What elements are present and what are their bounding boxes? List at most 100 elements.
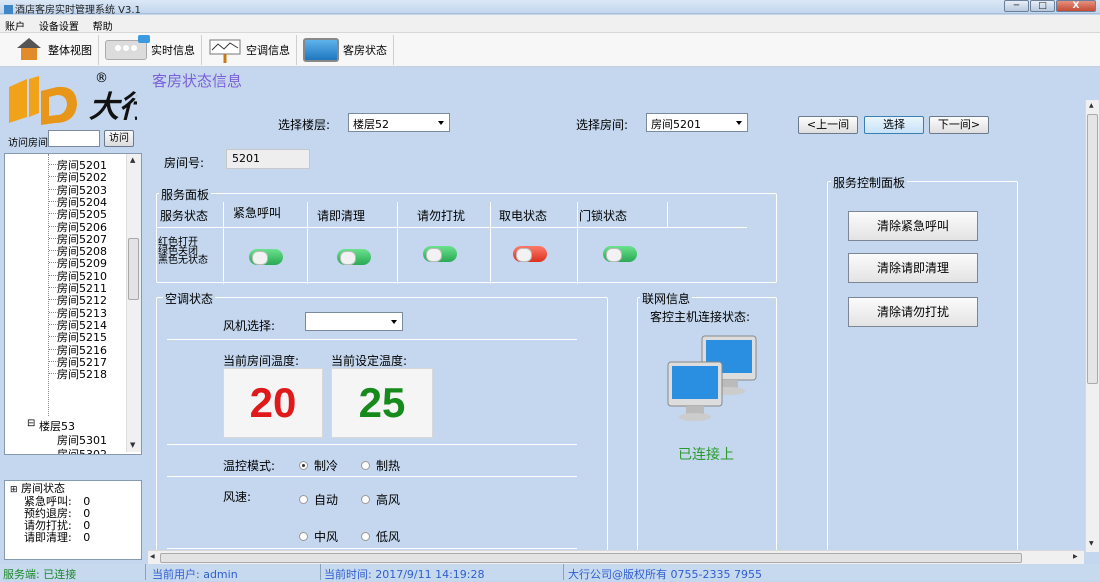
computers-icon <box>666 334 762 430</box>
scroll-down-icon[interactable]: ▼ <box>130 441 135 449</box>
status-bar: 服务端: 已连接 当前用户: admin 当前时间: 2017/9/11 14:… <box>0 564 1100 581</box>
main-scroll-thumb[interactable] <box>1087 114 1098 384</box>
clear-dnd-button[interactable]: 清除请勿打扰 <box>848 297 978 327</box>
header-power: 取电状态 <box>499 209 548 223</box>
monitor-icon <box>303 37 339 62</box>
col-divider <box>490 202 491 284</box>
speed-low-radio[interactable]: 低风 <box>361 528 400 545</box>
state-legend: 红色打开 绿色关闭 黑色无状态 <box>158 238 208 266</box>
select-room-button[interactable]: 选择 <box>864 116 924 134</box>
minimize-button[interactable]: ─ <box>1004 0 1029 12</box>
service-header-divider <box>157 227 747 228</box>
chevron-down-icon <box>391 320 397 324</box>
ac-panel-title: 空调状态 <box>163 290 216 307</box>
main-horizontal-scrollbar[interactable]: ◀ ▶ <box>148 550 1084 564</box>
floor-label: 选择楼层: <box>278 118 331 132</box>
menu-help[interactable]: 帮助 <box>88 15 118 33</box>
mode-cool-radio[interactable]: 制冷 <box>299 457 338 474</box>
menu-account[interactable]: 账户 <box>0 15 30 33</box>
col-divider <box>223 202 224 284</box>
speed-mid-radio[interactable]: 中风 <box>299 528 338 545</box>
toolbar-overview-label: 整体视图 <box>48 43 92 57</box>
control-panel-title: 服务控制面板 <box>831 174 908 191</box>
room-select[interactable]: 房间5201 <box>646 113 748 132</box>
network-panel: 联网信息 客控主机连接状态: 已连接上 <box>637 290 777 557</box>
divider <box>167 476 577 477</box>
tree-scrollbar[interactable]: ▲ ▼ <box>126 154 141 452</box>
tree-room-5302[interactable]: 房间5302 <box>57 446 107 454</box>
room-number-label: 房间号: <box>164 156 205 170</box>
tree-scroll-thumb[interactable] <box>128 238 139 300</box>
next-room-button[interactable]: 下一间> <box>929 116 989 134</box>
svg-text:大行: 大行 <box>89 90 137 125</box>
header-service-status: 服务状态 <box>160 209 209 223</box>
service-panel: 服务面板 服务状态 紧急呼叫 请即清理 请勿打扰 取电状态 门锁状态 红色打开 … <box>156 186 777 284</box>
tree-room-5218[interactable]: 房间5218 <box>57 366 107 382</box>
network-panel-title: 联网信息 <box>640 290 693 307</box>
divider <box>167 444 577 445</box>
horizontal-scroll-thumb[interactable] <box>160 553 1022 563</box>
toolbar-ac-label: 空调信息 <box>246 43 290 57</box>
divider <box>167 548 577 549</box>
scroll-down-icon[interactable]: ▼ <box>1089 540 1094 547</box>
ac-panel: 空调状态 风机选择: 当前房间温度: 当前设定温度: 20 25 温控模式: 制… <box>156 290 608 557</box>
visit-room-label: 访问房间 <box>8 138 48 149</box>
dnd-toggle <box>423 246 457 262</box>
window-title: 酒店客房实时管理系统 V3.1 <box>4 1 141 16</box>
header-cleanup: 请即清理 <box>317 209 366 223</box>
mode-heat-radio[interactable]: 制热 <box>361 457 400 474</box>
title-bar: 酒店客房实时管理系统 V3.1 ─ □ X <box>0 0 1100 16</box>
service-control-panel: 服务控制面板 清除紧急呼叫 清除请即清理 清除请勿打扰 <box>827 174 1018 561</box>
visit-button[interactable]: 访问 <box>104 130 134 147</box>
col-divider <box>577 202 578 284</box>
mode-cool-label: 制冷 <box>314 459 339 473</box>
service-panel-title: 服务面板 <box>159 186 212 203</box>
status-separator <box>320 564 321 580</box>
fan-select-label: 风机选择: <box>223 319 276 333</box>
set-temp-display: 25 <box>331 368 433 438</box>
power-toggle <box>513 246 547 262</box>
menu-bar: 账户 设备设置 帮助 <box>0 15 1100 33</box>
clear-cleanup-button[interactable]: 清除请即清理 <box>848 253 978 283</box>
toolbar-overview-button[interactable]: 整体视图 <box>8 34 99 65</box>
summary-expand-icon[interactable]: ⊞ <box>10 485 18 495</box>
emergency-toggle <box>249 249 283 265</box>
tree-floor53-toggle[interactable]: ⊟ <box>27 418 35 429</box>
registered-mark: ® <box>95 71 108 86</box>
speed-auto-radio[interactable]: 自动 <box>299 491 338 508</box>
close-button[interactable]: X <box>1056 0 1096 12</box>
tree-line <box>48 154 49 416</box>
main-vertical-scrollbar[interactable]: ▲ ▼ <box>1085 100 1099 552</box>
speed-high-radio[interactable]: 高风 <box>361 491 400 508</box>
room-number-field: 5201 <box>226 149 310 169</box>
menu-device-settings[interactable]: 设备设置 <box>34 15 84 33</box>
chevron-down-icon <box>438 121 444 125</box>
status-separator <box>145 564 146 580</box>
summary-label-cleanup: 请即清理: <box>24 531 72 544</box>
speed-high-label: 高风 <box>376 493 401 507</box>
toolbar-realtime-button[interactable]: 实时信息 <box>99 34 202 65</box>
scroll-right-icon[interactable]: ▶ <box>1073 553 1078 560</box>
set-temp-label: 当前设定温度: <box>331 354 408 368</box>
floor-select[interactable]: 楼层52 <box>348 113 450 132</box>
current-temp-label: 当前房间温度: <box>223 354 300 368</box>
cleanup-toggle <box>337 249 371 265</box>
toolbar-room-status-label: 客房状态 <box>343 43 387 57</box>
scroll-left-icon[interactable]: ◀ <box>150 553 155 560</box>
lock-toggle <box>603 246 637 262</box>
clear-emergency-button[interactable]: 清除紧急呼叫 <box>848 211 978 241</box>
scroll-up-icon[interactable]: ▲ <box>1089 102 1094 109</box>
visit-room-input[interactable] <box>48 130 100 147</box>
fan-select[interactable] <box>305 312 403 331</box>
toolbar-room-status-button[interactable]: 客房状态 <box>297 34 394 65</box>
toolbar-ac-button[interactable]: 空调信息 <box>202 34 297 65</box>
prev-room-button[interactable]: <上一间 <box>798 116 858 134</box>
maximize-button[interactable]: □ <box>1030 0 1055 12</box>
header-lock: 门锁状态 <box>579 209 628 223</box>
fan-speed-label: 风速: <box>223 490 252 504</box>
summary-title: 房间状态 <box>21 482 66 495</box>
current-temp-display: 20 <box>223 368 323 438</box>
scroll-up-icon[interactable]: ▲ <box>130 156 135 164</box>
room-tree[interactable]: 房间5201 房间5202 房间5203 房间5204 房间5205 房间5206 房间52… <box>4 153 142 455</box>
chart-easel-icon <box>208 38 242 63</box>
